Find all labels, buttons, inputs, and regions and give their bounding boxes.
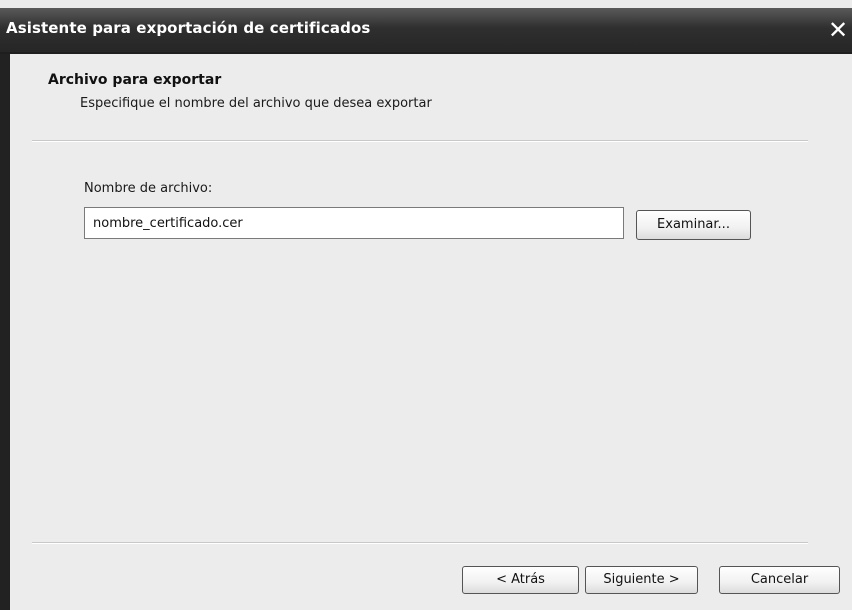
header-divider [32,140,808,142]
page-title: Archivo para exportar [48,72,222,88]
window-left-border [0,54,10,610]
footer-divider [32,542,808,544]
filename-label: Nombre de archivo: [84,181,213,196]
window-title: Asistente para exportación de certificad… [6,19,371,37]
close-icon[interactable]: ✕ [826,8,850,52]
export-wizard-window: Asistente para exportación de certificad… [0,0,852,610]
page-subtitle: Especifique el nombre del archivo que de… [80,96,432,111]
title-bar: Asistente para exportación de certificad… [0,8,852,54]
browse-button[interactable]: Examinar... [636,210,751,240]
back-button[interactable]: < Atrás [462,566,579,594]
filename-input[interactable] [84,207,624,239]
next-button[interactable]: Siguiente > [585,566,698,594]
cancel-button[interactable]: Cancelar [719,566,840,594]
wizard-header: Archivo para exportar Especifique el nom… [10,54,852,144]
